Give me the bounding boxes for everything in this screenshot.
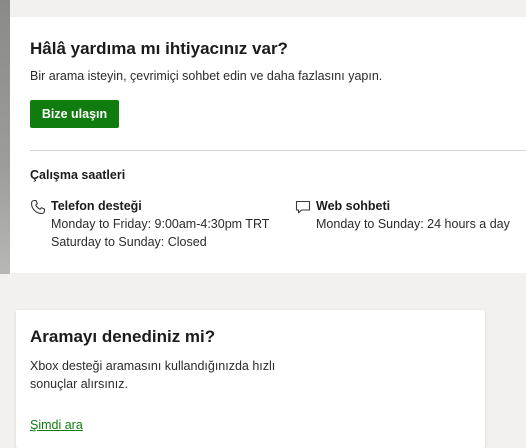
left-edge-shadow [0, 0, 10, 274]
help-card-title: Hâlâ yardıma mı ihtiyacınız var? [30, 39, 288, 58]
help-card-subtitle: Bir arama isteyin, çevrimiçi sohbet edin… [30, 69, 383, 83]
divider [30, 150, 526, 151]
web-chat-title: Web sohbeti [316, 199, 391, 213]
search-card: Aramayı denediniz mi? Xbox desteği arama… [16, 310, 485, 448]
search-now-link[interactable]: Şimdi ara [30, 418, 83, 432]
working-hours-heading: Çalışma saatleri [30, 168, 126, 182]
phone-hours-weekday: Monday to Friday: 9:00am-4:30pm TRT [51, 217, 270, 231]
phone-hours-weekend: Saturday to Sunday: Closed [51, 235, 207, 249]
search-card-title: Aramayı denediniz mi? [30, 327, 216, 346]
chat-bubble-icon [295, 199, 311, 215]
web-chat-hours: Monday to Sunday: 24 hours a day [316, 217, 510, 231]
contact-us-button[interactable]: Bize ulaşın [30, 100, 119, 128]
phone-support-title: Telefon desteği [51, 199, 142, 213]
help-card: Hâlâ yardıma mı ihtiyacınız var? Bir ara… [10, 17, 526, 273]
phone-icon [30, 199, 46, 215]
search-card-description: Xbox desteği aramasını kullandığınızda h… [30, 359, 276, 391]
